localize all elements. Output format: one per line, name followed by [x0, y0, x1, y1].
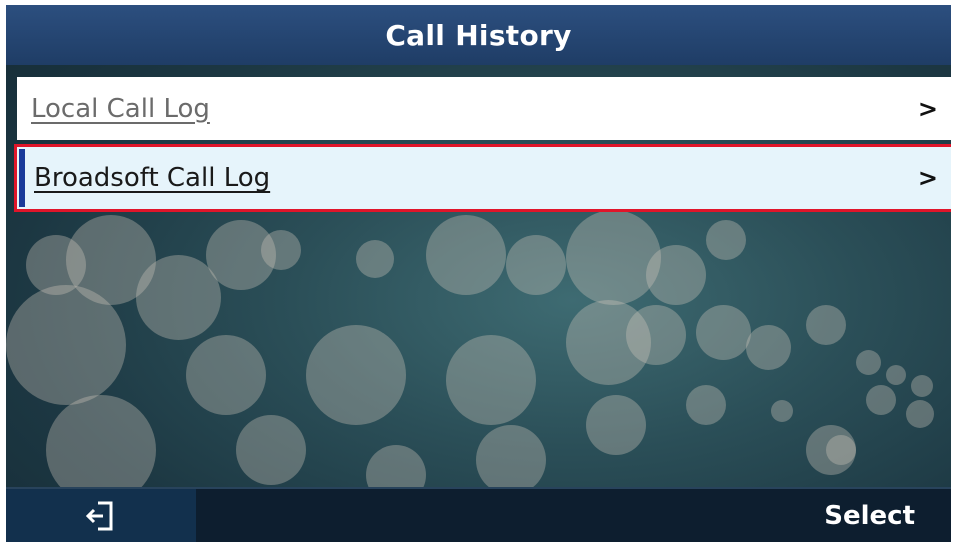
selection-indicator	[19, 149, 25, 207]
menu-item-local-call-log[interactable]: Local Call Log >	[17, 77, 951, 140]
phone-screen: Call History Local Call Log > Broadsoft …	[0, 0, 957, 547]
chevron-right-icon: >	[917, 94, 938, 123]
chevron-right-icon: >	[917, 164, 938, 192]
exit-icon	[85, 501, 113, 530]
select-softkey[interactable]: Select	[731, 489, 951, 542]
display-area: Call History Local Call Log > Broadsoft …	[6, 5, 951, 542]
page-title: Call History	[6, 5, 951, 65]
menu-item-label: Local Call Log	[31, 93, 210, 124]
select-label: Select	[824, 500, 915, 531]
back-softkey[interactable]	[6, 489, 196, 542]
menu-item-broadsoft-call-log[interactable]: Broadsoft Call Log >	[14, 144, 951, 212]
softkey-bar: Select	[6, 487, 951, 542]
page-title-text: Call History	[385, 18, 572, 52]
menu-item-label: Broadsoft Call Log	[34, 163, 271, 193]
